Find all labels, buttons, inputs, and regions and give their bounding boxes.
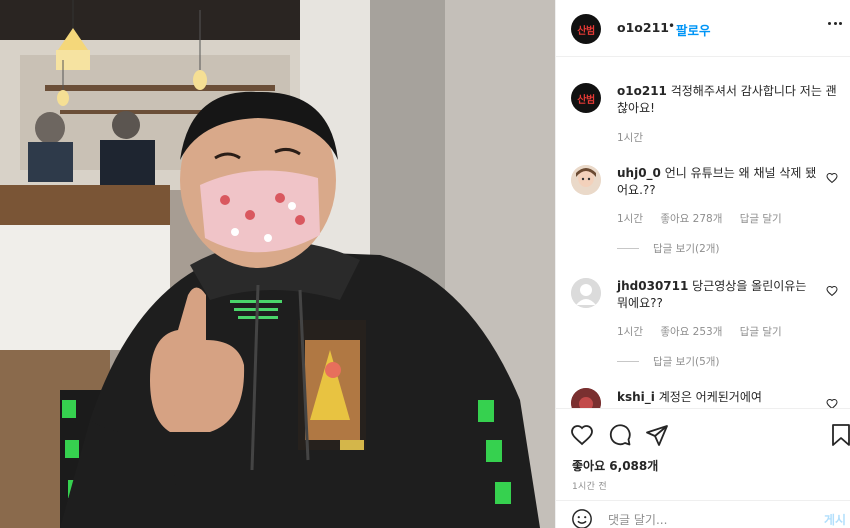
avatar-label: 산범 <box>577 25 595 37</box>
comment-meta: 1시간 좋아요 278개 답글 달기 <box>617 211 796 226</box>
avatar-photo <box>571 165 601 195</box>
comment-body: 계정은 어케된거에여 <box>658 390 762 404</box>
bookmark-icon[interactable] <box>829 423 850 447</box>
comment-time[interactable]: 1시간 <box>617 326 643 338</box>
comment-username[interactable]: jhd030711 <box>617 279 688 293</box>
comment-icon[interactable] <box>608 423 632 447</box>
separator-dot: • <box>668 19 676 33</box>
caption-username[interactable]: o1o211 <box>617 84 667 98</box>
post-header: 산범 o1o211 • 팔로우 <box>556 0 850 57</box>
reply-button[interactable]: 답글 달기 <box>740 213 782 225</box>
comment-avatar[interactable] <box>571 165 601 195</box>
comment-likes[interactable]: 좋아요 278개 <box>660 213 722 225</box>
post-photo[interactable] <box>0 0 555 528</box>
share-icon[interactable] <box>645 423 669 447</box>
post-sidebar: 산범 o1o211 • 팔로우 산범 o1o211 걱정해주셔서 감사합니다 저… <box>555 0 850 528</box>
comment-avatar[interactable] <box>571 388 601 408</box>
comment-username[interactable]: kshi_i <box>617 390 655 404</box>
heart-icon[interactable] <box>570 423 594 447</box>
author-avatar[interactable]: 산범 <box>571 14 601 44</box>
add-comment-bar: 댓글 달기... 게시 <box>556 500 850 528</box>
comment-likes[interactable]: 좋아요 253개 <box>660 326 722 338</box>
caption-time[interactable]: 1시간 <box>617 132 643 144</box>
comment-username[interactable]: uhj0_0 <box>617 166 661 180</box>
default-avatar-icon <box>571 278 601 308</box>
emoji-icon[interactable] <box>571 508 593 528</box>
caption-text: o1o211 걱정해주셔서 감사합니다 저는 괜찮아요! <box>617 83 837 117</box>
replies-line <box>617 248 639 249</box>
avatar-label: 산범 <box>577 94 595 106</box>
view-replies-label: 답글 보기(2개) <box>653 243 720 255</box>
heart-icon[interactable] <box>826 398 838 408</box>
follow-button[interactable]: 팔로우 <box>676 20 711 39</box>
comments-list[interactable]: 산범 o1o211 걱정해주셔서 감사합니다 저는 괜찮아요! 1시간 uhj0… <box>556 58 850 408</box>
replies-line <box>617 361 639 362</box>
view-replies[interactable]: 답글 보기(5개) <box>617 354 720 369</box>
post-comment-button[interactable]: 게시 <box>824 511 846 528</box>
heart-icon[interactable] <box>826 172 838 184</box>
post-time[interactable]: 1시간 전 <box>572 479 607 492</box>
view-replies[interactable]: 답글 보기(2개) <box>617 241 720 256</box>
comment-time[interactable]: 1시간 <box>617 213 643 225</box>
caption-meta: 1시간 <box>617 130 657 145</box>
likes-count[interactable]: 좋아요 6,088개 <box>572 457 658 474</box>
reply-button[interactable]: 답글 달기 <box>740 326 782 338</box>
comment-avatar[interactable] <box>571 278 601 308</box>
comment-text: kshi_i 계정은 어케된거에여 <box>617 389 817 406</box>
avatar-photo <box>571 388 601 408</box>
view-replies-label: 답글 보기(5개) <box>653 356 720 368</box>
heart-icon[interactable] <box>826 285 838 297</box>
more-options-icon[interactable] <box>828 16 842 32</box>
comment-meta: 1시간 좋아요 253개 답글 달기 <box>617 324 796 339</box>
post-actions: 좋아요 6,088개 1시간 전 댓글 달기... 게시 <box>556 408 850 528</box>
comment-input[interactable]: 댓글 달기... <box>608 511 667 528</box>
caption-avatar[interactable]: 산범 <box>571 83 601 113</box>
comment-text: jhd030711 당근영상을 올린이유는 뭐에요?? <box>617 278 817 312</box>
photo-illustration <box>0 0 555 528</box>
comment-text: uhj0_0 언니 유튜브는 왜 채널 삭제 됐어요.?? <box>617 165 817 199</box>
author-username[interactable]: o1o211 <box>617 20 669 35</box>
